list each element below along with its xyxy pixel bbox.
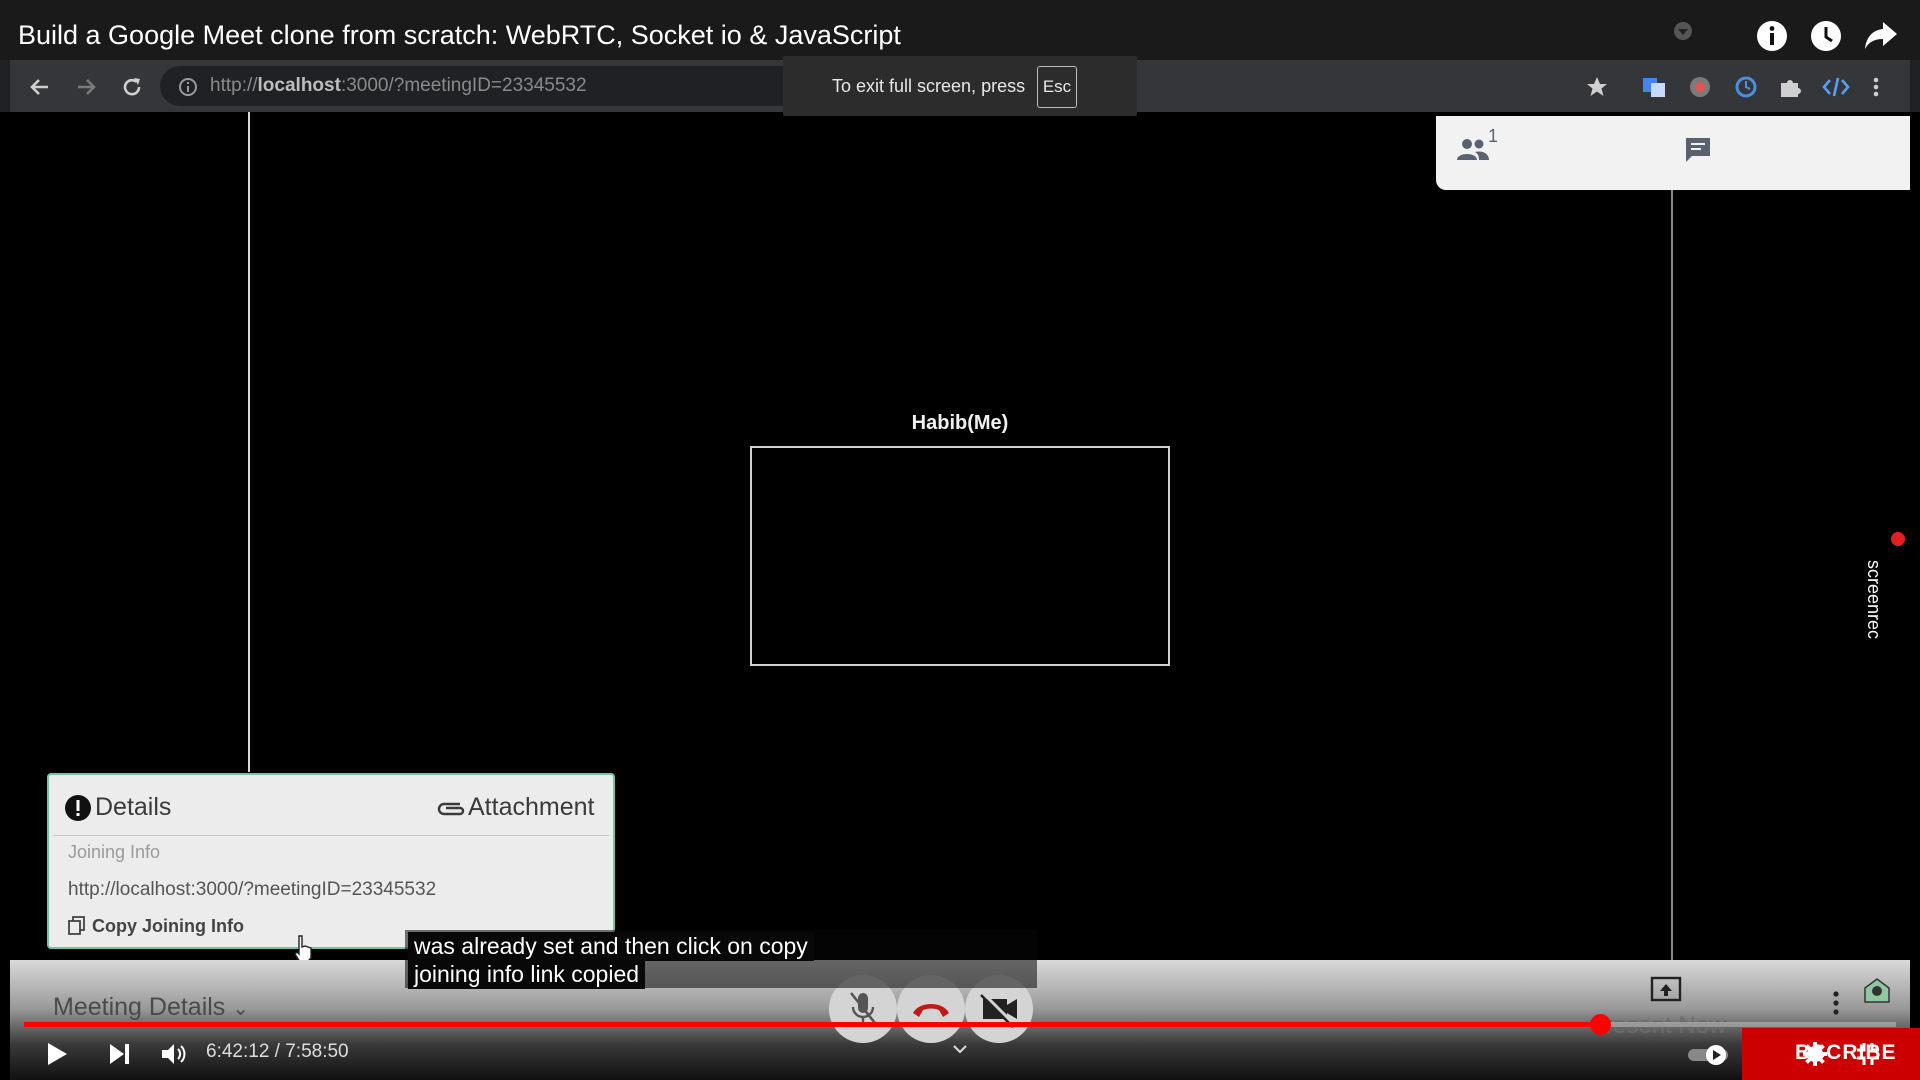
joining-info-url: http://localhost:3000/?meetingID=2334553… bbox=[68, 879, 437, 900]
progress-bar-played bbox=[24, 1022, 1601, 1027]
joining-info-label: Joining Info bbox=[68, 842, 161, 862]
attachment-tab[interactable]: Attachment bbox=[468, 793, 594, 822]
exit-fullscreen-icon[interactable] bbox=[1855, 1041, 1881, 1067]
site-info-icon[interactable] bbox=[178, 77, 198, 97]
details-alert-icon bbox=[64, 794, 92, 822]
present-screen-icon[interactable] bbox=[1650, 976, 1682, 1004]
time-display: 6:42:12 / 7:58:50 bbox=[206, 1041, 349, 1062]
translate-icon[interactable] bbox=[1642, 75, 1666, 99]
play-icon[interactable] bbox=[45, 1041, 69, 1067]
progress-scrubber[interactable] bbox=[1590, 1014, 1612, 1035]
share-icon[interactable] bbox=[1864, 20, 1898, 50]
back-icon[interactable] bbox=[28, 75, 52, 99]
caption-line-1: was already set and then click on copy bbox=[408, 932, 814, 961]
volume-icon[interactable] bbox=[160, 1042, 188, 1066]
code-icon[interactable] bbox=[1822, 75, 1850, 99]
meeting-details-toggle[interactable]: Meeting Details ⌄ bbox=[53, 993, 249, 1022]
video-title[interactable]: Build a Google Meet clone from scratch: … bbox=[18, 20, 901, 51]
watch-later-icon[interactable] bbox=[1810, 20, 1842, 52]
clock-extension-icon[interactable] bbox=[1734, 75, 1758, 99]
fullscreen-toast-text: To exit full screen, press bbox=[832, 76, 1026, 96]
info-icon[interactable] bbox=[1756, 20, 1788, 52]
participant-name-label: Habib(Me) bbox=[911, 412, 1009, 434]
details-tab[interactable]: Details bbox=[95, 793, 171, 822]
details-separator bbox=[53, 835, 609, 836]
participants-icon[interactable] bbox=[1456, 136, 1490, 162]
copy-joining-info-button[interactable]: Copy Joining Info bbox=[92, 916, 244, 937]
left-divider bbox=[248, 112, 250, 772]
side-panel-header bbox=[1436, 116, 1910, 190]
participant-count: 1 bbox=[1488, 126, 1499, 146]
meet-activity-icon[interactable] bbox=[1862, 976, 1892, 1004]
esc-key-badge: Esc bbox=[1037, 66, 1077, 108]
star-icon[interactable] bbox=[1586, 76, 1608, 98]
reload-icon[interactable] bbox=[120, 75, 144, 99]
extension-icon[interactable] bbox=[1778, 75, 1802, 99]
caption-line-2: joining info link copied bbox=[408, 960, 646, 989]
next-icon[interactable] bbox=[108, 1042, 132, 1066]
settings-icon[interactable] bbox=[1802, 1041, 1828, 1067]
url-text: http://localhost:3000/?meetingID=2334553… bbox=[210, 75, 587, 96]
copy-icon[interactable] bbox=[68, 916, 86, 936]
watermark-icon bbox=[1672, 20, 1694, 42]
chat-icon[interactable] bbox=[1684, 136, 1712, 164]
participant-video-tile bbox=[750, 446, 1170, 666]
browser-menu-icon[interactable] bbox=[1872, 75, 1880, 99]
chevron-down-icon: ⌄ bbox=[232, 998, 250, 1020]
forward-icon[interactable] bbox=[74, 75, 98, 99]
chevron-down-icon[interactable] bbox=[952, 1044, 968, 1054]
autoplay-toggle[interactable] bbox=[1686, 1044, 1732, 1066]
extension-record-icon[interactable] bbox=[1688, 75, 1712, 99]
screenrec-watermark: screenrec bbox=[1864, 560, 1884, 640]
meet-more-options-icon[interactable] bbox=[1832, 990, 1840, 1016]
right-divider bbox=[1671, 190, 1673, 960]
recording-dot-icon bbox=[1891, 532, 1905, 546]
paperclip-icon bbox=[436, 798, 466, 818]
